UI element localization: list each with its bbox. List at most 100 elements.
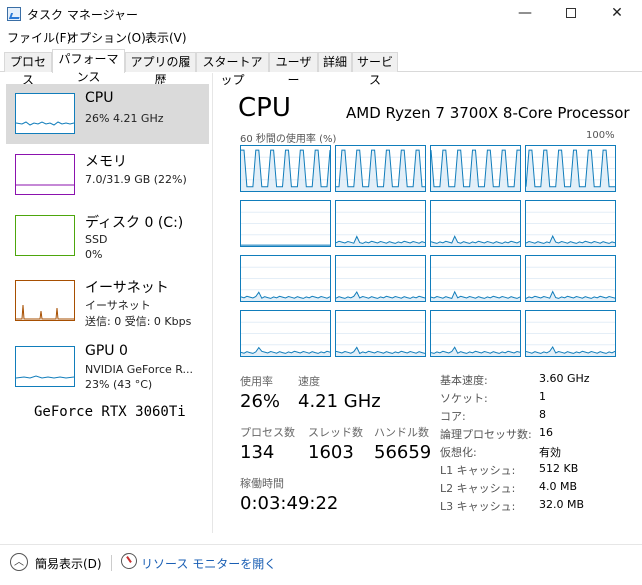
logical-processor-graph — [240, 145, 331, 192]
tab-startup[interactable]: スタートアップ — [196, 52, 269, 87]
fewer-details-button[interactable]: 簡易表示(D) — [35, 555, 102, 572]
open-resource-monitor-link[interactable]: リソース モニターを開く — [141, 555, 276, 572]
spec-key: 基本速度: — [440, 374, 488, 387]
logical-processor-graph — [240, 255, 331, 302]
logical-processor-graph — [525, 200, 616, 247]
spec-value: 8 — [539, 408, 546, 421]
sidebar-item-label: GPU 0 — [85, 343, 128, 359]
resource-sidebar: CPU 26% 4.21 GHz メモリ 7.0/31.9 GB (22%) デ… — [0, 73, 212, 533]
tab-strip: プロセス パフォーマンス アプリの履歴 スタートアップ ユーザー 詳細 サービス — [0, 48, 642, 87]
logical-processor-graph — [430, 200, 521, 247]
sidebar-item-detail-2: 23% (43 °C) — [85, 378, 153, 391]
spec-key: L2 キャッシュ: — [440, 482, 516, 495]
spec-key: L3 キャッシュ: — [440, 500, 516, 513]
sidebar-item-label: ディスク 0 (C:) — [85, 215, 184, 231]
sidebar-item-detail: イーサネット — [85, 299, 151, 312]
sidebar-item-disk[interactable]: ディスク 0 (C:) SSD 0% — [6, 206, 209, 266]
handles-value: 56659 — [374, 442, 432, 463]
gpu-thumbnail-graph — [15, 346, 75, 387]
logical-processor-graph — [525, 145, 616, 192]
sidebar-item-cpu[interactable]: CPU 26% 4.21 GHz — [6, 84, 209, 144]
resource-monitor-icon[interactable] — [121, 553, 137, 569]
logical-processor-graph — [430, 310, 521, 357]
tab-processes[interactable]: プロセス — [4, 52, 52, 87]
spec-key: L1 キャッシュ: — [440, 464, 516, 477]
spec-value: 16 — [539, 426, 553, 439]
graph-max-label: 100% — [586, 130, 615, 141]
logical-processor-graph — [335, 310, 426, 357]
speed-value: 4.21 GHz — [298, 391, 381, 412]
menu-options[interactable]: オプション(O) — [67, 29, 146, 46]
maximize-button[interactable] — [548, 0, 594, 28]
speed-label: 速度 — [298, 375, 320, 388]
tab-details[interactable]: 詳細 — [318, 52, 352, 72]
processes-label: プロセス数 — [240, 426, 295, 439]
spec-value: 512 KB — [539, 462, 579, 475]
logical-processor-graph — [430, 255, 521, 302]
minimize-button[interactable]: — — [502, 0, 548, 28]
logical-processor-graph — [240, 200, 331, 247]
task-manager-icon — [7, 7, 21, 21]
spec-value: 32.0 MB — [539, 498, 585, 511]
tab-users[interactable]: ユーザー — [269, 52, 318, 87]
logical-processor-graph — [335, 255, 426, 302]
tab-performance[interactable]: パフォーマンス — [52, 49, 125, 84]
logical-processor-graph — [335, 145, 426, 192]
sidebar-item-detail: SSD — [85, 233, 108, 246]
spec-value: 3.60 GHz — [539, 372, 590, 385]
spec-key: 論理プロセッサ数: — [440, 428, 532, 441]
chevron-up-icon[interactable]: ︿ — [10, 553, 28, 571]
tab-app-history[interactable]: アプリの履歴 — [125, 52, 196, 87]
menu-view[interactable]: 表示(V) — [145, 29, 187, 46]
disk-thumbnail-graph — [15, 215, 75, 256]
sidebar-item-label: イーサネット — [85, 280, 169, 296]
cpu-details-panel: CPU AMD Ryzen 7 3700X 8-Core Processor 6… — [222, 73, 642, 533]
title-bar: タスク マネージャー — ✕ — [0, 0, 642, 28]
ethernet-thumbnail-graph — [15, 280, 75, 321]
sidebar-item-detail: NVIDIA GeForce R... — [85, 363, 194, 376]
sidebar-item-gpu[interactable]: GPU 0 NVIDIA GeForce R... 23% (43 °C) — [6, 337, 209, 397]
cpu-thumbnail-graph — [15, 93, 75, 134]
logical-processor-graph — [240, 310, 331, 357]
handles-label: ハンドル数 — [374, 426, 429, 439]
sidebar-item-ethernet[interactable]: イーサネット イーサネット 送信: 0 受信: 0 Kbps — [6, 271, 209, 331]
menu-file[interactable]: ファイル(F) — [7, 29, 71, 46]
page-title: CPU — [238, 93, 291, 123]
maximize-icon — [566, 8, 576, 18]
sidebar-item-label: CPU — [85, 90, 114, 106]
menu-bar: ファイル(F) オプション(O) 表示(V) — [0, 26, 642, 48]
logical-processor-graph — [525, 310, 616, 357]
sidebar-item-detail: 26% 4.21 GHz — [85, 112, 164, 125]
sidebar-item-detail-2: 0% — [85, 248, 103, 261]
uptime-value: 0:03:49:22 — [240, 493, 339, 514]
spec-value: 4.0 MB — [539, 480, 578, 493]
sidebar-item-detail-2: 送信: 0 受信: 0 Kbps — [85, 315, 192, 328]
spec-key: コア: — [440, 410, 466, 423]
spec-key: 仮想化: — [440, 446, 477, 459]
sidebar-item-label: メモリ — [85, 154, 127, 170]
sidebar-item-detail: 7.0/31.9 GB (22%) — [85, 173, 187, 186]
logical-processor-graphs — [240, 145, 616, 357]
utilization-label: 使用率 — [240, 375, 273, 388]
logical-processor-graph — [525, 255, 616, 302]
tab-services[interactable]: サービス — [352, 52, 398, 87]
close-button[interactable]: ✕ — [594, 0, 640, 28]
sidebar-item-memory[interactable]: メモリ 7.0/31.9 GB (22%) — [6, 145, 209, 205]
threads-value: 1603 — [308, 442, 354, 463]
footer-bar: ︿ 簡易表示(D) リソース モニターを開く — [0, 544, 642, 585]
logical-processor-graph — [430, 145, 521, 192]
spec-key: ソケット: — [440, 392, 488, 405]
graph-label: 60 秒間の使用率 (%) — [240, 134, 337, 145]
window-title: タスク マネージャー — [27, 8, 138, 22]
uptime-label: 稼働時間 — [240, 477, 284, 490]
spec-value: 有効 — [539, 446, 561, 459]
gpu-caption: GeForce RTX 3060Ti — [34, 404, 186, 420]
processes-value: 134 — [240, 442, 275, 463]
threads-label: スレッド数 — [308, 426, 363, 439]
sidebar-divider — [212, 73, 213, 533]
utilization-value: 26% — [240, 391, 281, 412]
spec-value: 1 — [539, 390, 546, 403]
logical-processor-graph — [335, 200, 426, 247]
footer-divider — [111, 555, 112, 571]
cpu-model-name: AMD Ryzen 7 3700X 8-Core Processor — [346, 104, 630, 122]
